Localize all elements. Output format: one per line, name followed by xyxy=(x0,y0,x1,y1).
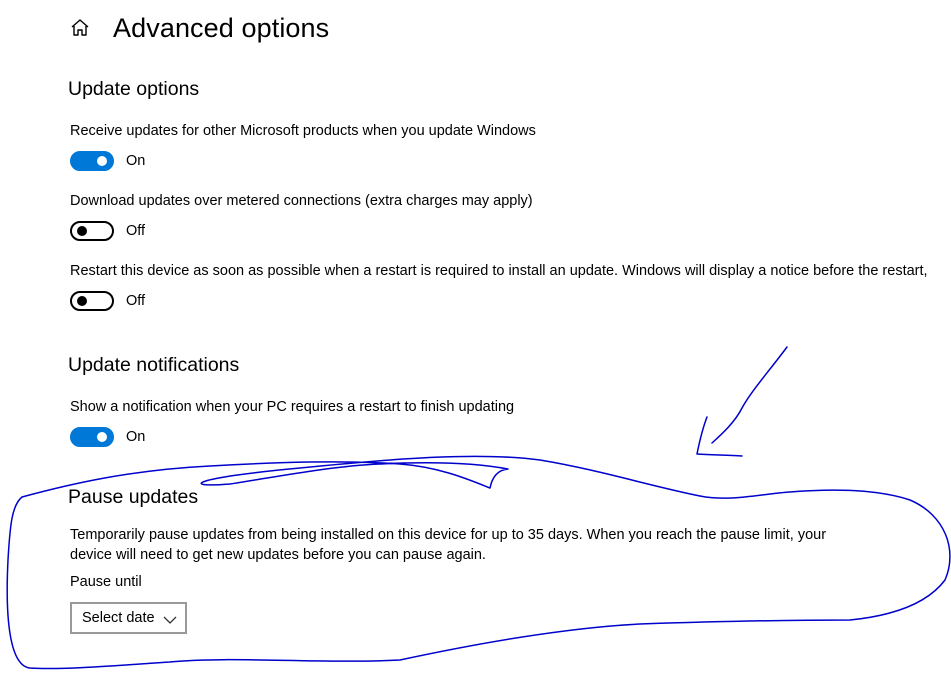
settings-page: Advanced options Update options Receive … xyxy=(0,0,951,673)
arrow-head xyxy=(696,416,743,457)
toggle-state-label: On xyxy=(126,429,146,445)
chevron-down-icon xyxy=(163,612,177,624)
select-date-value: Select date xyxy=(82,610,155,626)
restart-notification-toggle[interactable] xyxy=(70,427,114,447)
other-products-setting: On xyxy=(70,151,145,171)
toggle-knob xyxy=(97,156,107,166)
update-options-heading: Update options xyxy=(68,78,200,100)
home-icon[interactable] xyxy=(68,16,92,40)
arrow-shaft xyxy=(711,346,788,444)
restart-asap-setting: Off xyxy=(70,291,145,311)
metered-connections-label: Download updates over metered connection… xyxy=(70,193,533,209)
page-header: Advanced options xyxy=(68,8,329,48)
toggle-state-label: Off xyxy=(126,293,146,309)
restart-notification-label: Show a notification when your PC require… xyxy=(70,399,515,415)
other-products-label: Receive updates for other Microsoft prod… xyxy=(70,123,536,139)
toggle-knob xyxy=(97,432,107,442)
toggle-state-label: Off xyxy=(126,223,146,239)
pause-until-label: Pause until xyxy=(70,574,142,590)
restart-asap-toggle[interactable] xyxy=(70,291,114,311)
pause-updates-description: Temporarily pause updates from being ins… xyxy=(70,527,827,563)
page-title: Advanced options xyxy=(113,12,330,43)
update-notifications-heading: Update notifications xyxy=(68,354,240,376)
pause-until-select[interactable]: Select date xyxy=(70,602,187,634)
metered-connections-toggle[interactable] xyxy=(70,221,114,241)
restart-asap-label: Restart this device as soon as possible … xyxy=(70,263,928,279)
restart-notification-setting: On xyxy=(70,427,145,447)
toggle-state-label: On xyxy=(126,153,146,169)
toggle-knob xyxy=(77,296,87,306)
metered-connections-setting: Off xyxy=(70,221,145,241)
other-products-toggle[interactable] xyxy=(70,151,114,171)
pause-updates-heading: Pause updates xyxy=(68,486,199,508)
toggle-knob xyxy=(77,226,87,236)
